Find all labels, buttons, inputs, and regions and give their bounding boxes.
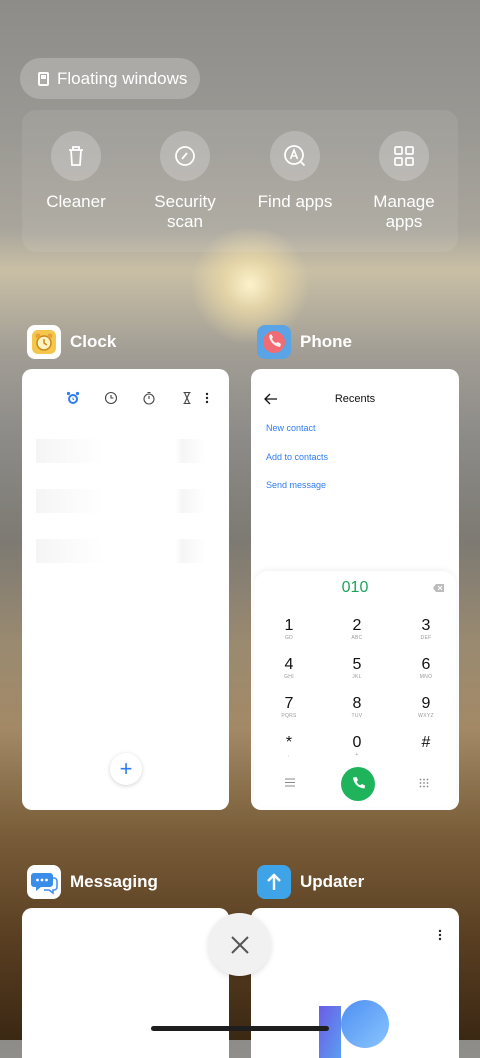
trash-icon [51,131,101,181]
dial-key-5[interactable]: 5 JKL [337,656,377,680]
clock-app-header[interactable]: Clock [27,325,116,359]
dial-key-star[interactable]: *, [269,734,309,758]
dial-key-8[interactable]: 8 TUV [337,695,377,719]
updater-app-card[interactable] [251,908,459,1058]
clock-app-card[interactable]: + [22,369,229,810]
dial-key-1[interactable]: 1 GD [269,617,309,641]
call-button[interactable] [341,767,375,801]
dial-key-3[interactable]: 3 DEF [406,617,446,641]
dial-key-0[interactable]: 0 + [337,734,377,758]
alarm-tab-icon[interactable] [66,391,80,405]
recents-header: Recents [251,391,459,409]
messaging-app-header[interactable]: Messaging [27,865,158,899]
messaging-app-card[interactable] [22,908,229,1058]
updater-app-name: Updater [300,872,365,891]
phone-app-icon [257,325,291,359]
messaging-app-name: Messaging [70,872,158,891]
find-apps-button[interactable]: Find apps [240,131,350,212]
dial-key-2[interactable]: 2 ABC [337,617,377,641]
backspace-icon[interactable] [432,583,445,593]
floating-windows-button[interactable]: Floating windows [20,58,200,99]
more-options-icon[interactable] [437,929,443,941]
dialed-number: 010 [341,579,369,596]
faded-alarm-row [36,539,206,563]
find-apps-label: Find apps [257,192,333,211]
faded-alarm-row [36,439,206,463]
updater-app-icon [257,865,291,899]
stopwatch-tab-icon[interactable] [142,391,156,405]
dial-key-7[interactable]: 7 PQRS [269,695,309,719]
manage-apps-label: Manage apps [373,192,435,231]
quick-actions-panel: Cleaner Security scan Find apps Manage a… [22,110,458,252]
dial-key-9[interactable]: 9 WXYZ [406,695,446,719]
home-indicator[interactable] [151,1026,329,1031]
phone-call-icon [353,777,365,789]
miui-logo-graphic [319,1000,389,1058]
dialpad: 010 1 GD 2 ABC 3 DEF 4 GHI 5 JKL 6 MNO 7 PQRS 8… [254,571,456,807]
phone-app-header[interactable]: Phone [257,325,352,359]
dialpad-toggle-icon[interactable] [419,778,429,788]
clock-app-name: Clock [70,332,117,351]
dial-key-hash[interactable]: # [406,734,446,758]
clock-tab-bar [22,391,229,407]
manage-apps-button[interactable]: Manage apps [349,131,459,232]
dial-key-4[interactable]: 4 GHI [269,656,309,680]
plus-icon: + [119,756,133,781]
phone-app-name: Phone [300,332,352,351]
floating-window-icon [38,71,49,86]
world-clock-tab-icon[interactable] [104,391,118,405]
security-scan-label: Security scan [154,192,216,231]
dial-key-6[interactable]: 6 MNO [406,656,446,680]
clear-all-button[interactable] [208,913,271,976]
faded-alarm-row [36,489,206,513]
phone-app-card[interactable]: Recents New contact Add to contacts Send… [251,369,459,810]
updater-app-header[interactable]: Updater [257,865,364,899]
new-contact-link[interactable]: New contact [266,423,316,433]
add-alarm-button[interactable]: + [110,753,142,785]
grid-icon [379,131,429,181]
close-icon [230,935,249,954]
menu-icon[interactable] [285,778,295,787]
floating-windows-label: Floating windows [57,68,188,88]
recents-title: Recents [334,393,376,405]
send-message-link[interactable]: Send message [266,480,326,490]
find-apps-icon [270,131,320,181]
cleaner-button[interactable]: Cleaner [21,131,131,212]
security-scan-button[interactable]: Security scan [130,131,240,232]
add-to-contacts-link[interactable]: Add to contacts [266,452,328,462]
security-icon [160,131,210,181]
cleaner-label: Cleaner [46,192,106,211]
messaging-app-icon [27,865,61,899]
clock-app-icon [27,325,61,359]
more-options-icon[interactable] [200,391,214,405]
timer-tab-icon[interactable] [180,391,194,405]
